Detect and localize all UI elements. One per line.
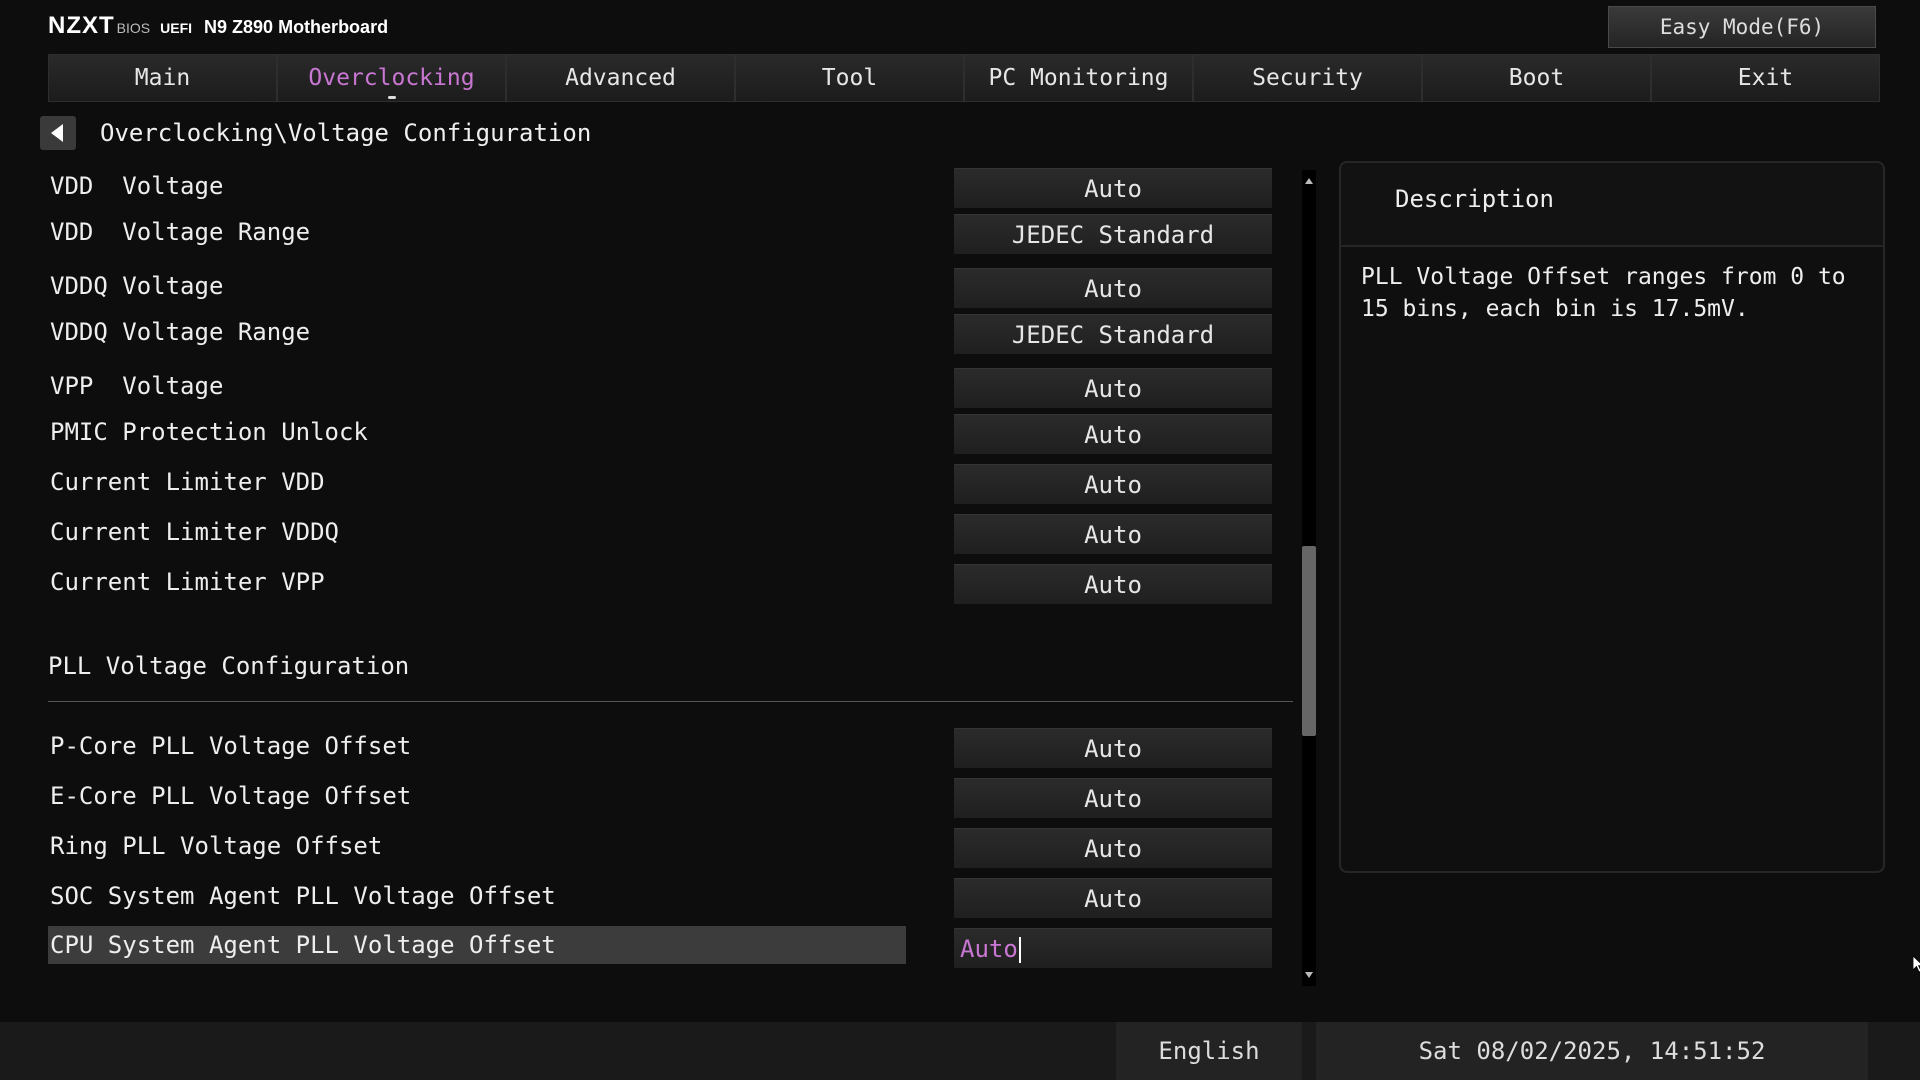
- back-arrow-icon: [50, 124, 63, 142]
- header: NZXT BIOS UEFI N9 Z890 Motherboard Easy …: [0, 0, 1920, 52]
- setting-value[interactable]: Auto: [954, 728, 1272, 768]
- brand-logo: NZXT BIOS UEFI N9 Z890 Motherboard: [48, 12, 388, 40]
- settings-list: VDD Voltage Auto VDD Voltage Range JEDEC…: [48, 160, 1293, 990]
- setting-row-vddq-voltage[interactable]: VDDQ Voltage Auto: [48, 264, 1293, 308]
- setting-value[interactable]: Auto: [954, 414, 1272, 454]
- setting-label: Current Limiter VPP: [50, 568, 325, 596]
- tab-main[interactable]: Main: [48, 54, 277, 102]
- motherboard-model: N9 Z890 Motherboard: [204, 17, 389, 37]
- setting-value[interactable]: Auto: [954, 268, 1272, 308]
- setting-label: CPU System Agent PLL Voltage Offset: [48, 926, 906, 964]
- breadcrumb-bar: Overclocking\Voltage Configuration: [40, 116, 591, 150]
- tab-security[interactable]: Security: [1193, 54, 1422, 102]
- setting-label: VPP Voltage: [50, 372, 224, 400]
- setting-row-vdd-voltage-range[interactable]: VDD Voltage Range JEDEC Standard: [48, 210, 1293, 254]
- text-caret: [1018, 937, 1021, 963]
- setting-value[interactable]: Auto: [954, 778, 1272, 818]
- brand-name: NZXT: [48, 12, 115, 39]
- breadcrumb: Overclocking\Voltage Configuration: [100, 119, 592, 147]
- back-button[interactable]: [40, 116, 76, 150]
- setting-value[interactable]: JEDEC Standard: [954, 314, 1272, 354]
- setting-row-pmic-protection-unlock[interactable]: PMIC Protection Unlock Auto: [48, 410, 1293, 454]
- tab-boot[interactable]: Boot: [1422, 54, 1651, 102]
- setting-value[interactable]: Auto: [954, 828, 1272, 868]
- value-text: Auto: [960, 935, 1018, 963]
- setting-value[interactable]: Auto: [954, 464, 1272, 504]
- setting-row-current-limiter-vddq[interactable]: Current Limiter VDDQ Auto: [48, 510, 1293, 554]
- setting-label: VDD Voltage: [50, 172, 224, 200]
- scroll-up-arrow-icon[interactable]: [1305, 178, 1313, 184]
- setting-row-p-core-pll-offset[interactable]: P-Core PLL Voltage Offset Auto: [48, 724, 1293, 768]
- settings-scrollbar[interactable]: [1298, 170, 1320, 986]
- scroll-down-arrow-icon[interactable]: [1305, 972, 1313, 978]
- tab-advanced[interactable]: Advanced: [506, 54, 735, 102]
- description-text: PLL Voltage Offset ranges from 0 to 15 b…: [1361, 264, 1846, 322]
- setting-row-current-limiter-vpp[interactable]: Current Limiter VPP Auto: [48, 560, 1293, 604]
- setting-value[interactable]: JEDEC Standard: [954, 214, 1272, 254]
- tab-pc-monitoring[interactable]: PC Monitoring: [964, 54, 1193, 102]
- setting-label: Ring PLL Voltage Offset: [50, 832, 383, 860]
- setting-value[interactable]: Auto: [954, 878, 1272, 918]
- description-title: Description: [1395, 185, 1554, 213]
- setting-row-cpu-sa-pll-offset[interactable]: CPU System Agent PLL Voltage Offset Auto: [48, 924, 1293, 968]
- setting-value[interactable]: Auto: [954, 368, 1272, 408]
- section-title: PLL Voltage Configuration: [48, 652, 410, 680]
- setting-label: VDD Voltage Range: [50, 218, 311, 246]
- easy-mode-button[interactable]: Easy Mode(F6): [1608, 6, 1876, 48]
- description-panel: Description PLL Voltage Offset ranges fr…: [1339, 161, 1885, 873]
- tab-overclocking[interactable]: Overclocking: [277, 54, 506, 102]
- setting-label: Current Limiter VDD: [50, 468, 325, 496]
- setting-row-vddq-voltage-range[interactable]: VDDQ Voltage Range JEDEC Standard: [48, 310, 1293, 354]
- tab-exit[interactable]: Exit: [1651, 54, 1880, 102]
- setting-value-editing[interactable]: Auto: [954, 928, 1272, 968]
- setting-label: PMIC Protection Unlock: [50, 418, 368, 446]
- setting-label: E-Core PLL Voltage Offset: [50, 782, 412, 810]
- setting-row-current-limiter-vdd[interactable]: Current Limiter VDD Auto: [48, 460, 1293, 504]
- setting-value[interactable]: Auto: [954, 168, 1272, 208]
- tab-tool[interactable]: Tool: [735, 54, 964, 102]
- setting-label: VDDQ Voltage: [50, 272, 224, 300]
- setting-row-soc-sa-pll-offset[interactable]: SOC System Agent PLL Voltage Offset Auto: [48, 874, 1293, 918]
- setting-label: VDDQ Voltage Range: [50, 318, 311, 346]
- section-divider: [48, 701, 1293, 702]
- main-tabs: Main Overclocking Advanced Tool PC Monit…: [48, 54, 1880, 102]
- bios-label: BIOS: [116, 20, 151, 36]
- scrollbar-thumb[interactable]: [1302, 546, 1316, 736]
- setting-label: P-Core PLL Voltage Offset: [50, 732, 412, 760]
- setting-row-vdd-voltage[interactable]: VDD Voltage Auto: [48, 164, 1293, 208]
- setting-value[interactable]: Auto: [954, 514, 1272, 554]
- setting-row-vpp-voltage[interactable]: VPP Voltage Auto: [48, 364, 1293, 408]
- setting-label: Current Limiter VDDQ: [50, 518, 339, 546]
- language-selector[interactable]: English: [1116, 1022, 1302, 1080]
- setting-value[interactable]: Auto: [954, 564, 1272, 604]
- setting-row-e-core-pll-offset[interactable]: E-Core PLL Voltage Offset Auto: [48, 774, 1293, 818]
- setting-row-ring-pll-offset[interactable]: Ring PLL Voltage Offset Auto: [48, 824, 1293, 868]
- date-time: Sat 08/02/2025, 14:51:52: [1316, 1022, 1868, 1080]
- uefi-label: UEFI: [160, 20, 193, 36]
- setting-label: SOC System Agent PLL Voltage Offset: [50, 882, 556, 910]
